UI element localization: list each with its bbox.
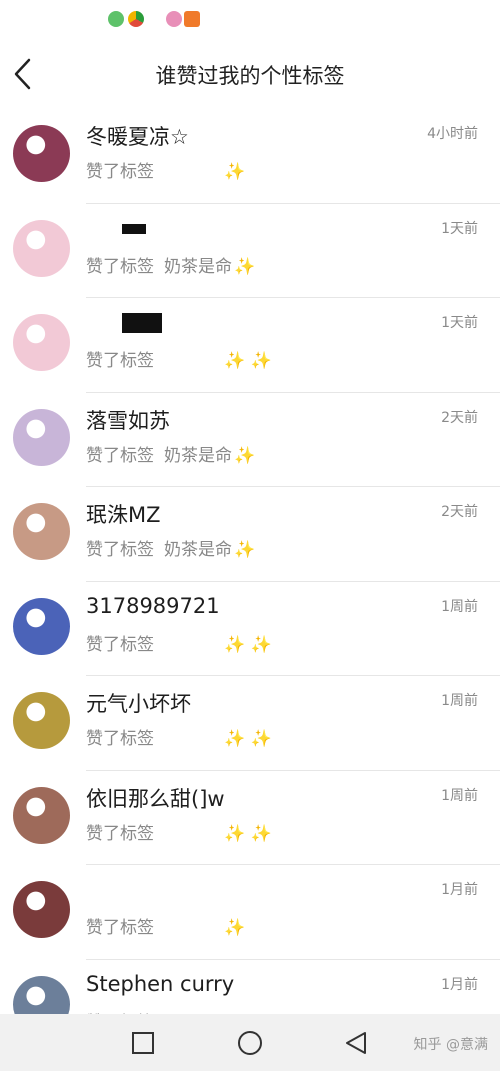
avatar[interactable] xyxy=(13,881,70,938)
like-description: 赞了标签 奶茶是命 ✨ xyxy=(86,252,255,277)
page-title: 谁赞过我的个性标签 xyxy=(155,64,345,88)
system-nav-bar: 知乎 @意满 xyxy=(0,1014,500,1071)
avatar[interactable] xyxy=(13,975,70,1014)
action-text: 赞了标签 xyxy=(86,634,154,655)
triangle-back-icon xyxy=(346,1032,366,1054)
user-name-text: 依旧那么甜(]w xyxy=(86,786,225,811)
user-name-text: 落雪如苏 xyxy=(86,408,170,433)
user-name-text: 冬暖夏凉☆ xyxy=(86,125,189,149)
avatar[interactable] xyxy=(13,786,70,844)
action-text: 赞了标签 xyxy=(86,351,154,371)
timestamp: 2天前 xyxy=(441,409,478,426)
avatar[interactable] xyxy=(13,692,70,749)
tag-name: 奶茶是命 xyxy=(164,540,232,560)
user-name[interactable]: 冬暖夏凉☆ xyxy=(86,121,189,151)
list-item[interactable]: Stephen curry1月前赞了标签 xyxy=(0,960,500,1014)
user-name[interactable] xyxy=(86,216,146,240)
avatar[interactable] xyxy=(13,597,70,655)
sparkle-icon: ✨ ✨ xyxy=(224,351,272,371)
status-bar xyxy=(0,0,500,40)
user-name[interactable]: 依旧那么甜(]w xyxy=(86,783,225,813)
like-description: 赞了标签 ✨ ✨ xyxy=(86,630,272,655)
list-item[interactable]: 落雪如苏 2天前赞了标签 奶茶是命 ✨ xyxy=(0,393,500,487)
list-item[interactable]: 元气小坏坏 1周前赞了标签 ✨ ✨ xyxy=(0,676,500,771)
user-name[interactable]: 珉洙MZ xyxy=(86,499,161,529)
avatar[interactable] xyxy=(13,125,70,182)
redaction-block xyxy=(122,223,146,234)
like-description: 赞了标签 ✨ xyxy=(86,157,245,182)
like-description: 赞了标签 ✨ ✨ xyxy=(86,346,272,371)
tag-name: 奶茶是命 xyxy=(164,445,232,466)
timestamp: 1天前 xyxy=(441,220,478,237)
redaction-block xyxy=(122,313,162,333)
list-item[interactable]: 冬暖夏凉☆ 4小时前赞了标签 ✨ xyxy=(0,109,500,204)
list-item[interactable]: 1天前赞了标签 ✨ ✨ xyxy=(0,298,500,393)
action-text: 赞了标签 xyxy=(86,256,154,277)
like-description: 赞了标签 奶茶是命 ✨ xyxy=(86,441,255,466)
circle-icon xyxy=(238,1031,262,1055)
action-text: 赞了标签 xyxy=(86,729,154,749)
action-text: 赞了标签 xyxy=(86,162,154,182)
back-nav-button[interactable] xyxy=(341,1028,371,1058)
list-item[interactable]: 依旧那么甜(]w 1周前赞了标签 ✨ ✨ xyxy=(0,771,500,865)
user-name[interactable]: Stephen curry xyxy=(86,972,234,996)
timestamp: 4小时前 xyxy=(427,126,478,142)
user-name-text: Stephen curry xyxy=(86,971,235,996)
watermark: 知乎 @意满 xyxy=(413,1037,488,1053)
sparkle-icon: ✨ ✨ xyxy=(224,729,272,749)
user-name[interactable]: 落雪如苏 xyxy=(86,405,170,435)
avatar[interactable] xyxy=(13,219,70,277)
sparkle-icon: ✨ xyxy=(234,540,256,560)
user-name-text: 珉洙MZ xyxy=(86,503,161,527)
square-icon xyxy=(132,1032,154,1054)
list-item[interactable]: 珉洙MZ 2天前赞了标签 奶茶是命 ✨ xyxy=(0,487,500,582)
video-app-icon xyxy=(184,11,200,27)
timestamp: 1月前 xyxy=(441,882,478,898)
tag-name: 奶茶是命 xyxy=(164,256,232,277)
avatar[interactable] xyxy=(13,408,70,466)
user-name[interactable]: 3178989721 xyxy=(86,594,220,618)
user-name-text: 元气小坏坏 xyxy=(86,692,191,716)
sparkle-icon: ✨ ✨ xyxy=(224,823,272,844)
sparkle-icon: ✨ xyxy=(234,256,256,277)
timestamp: 1周前 xyxy=(441,693,478,709)
gallery-app-icon xyxy=(166,11,182,27)
user-name[interactable]: 元气小坏坏 xyxy=(86,688,191,718)
home-button[interactable] xyxy=(235,1028,265,1058)
chat-app-icon xyxy=(108,11,124,27)
list-item[interactable]: 3178989721 1周前赞了标签 ✨ ✨ xyxy=(0,582,500,676)
like-description: 赞了标签 奶茶是命 ✨ xyxy=(86,535,255,560)
timestamp: 1周前 xyxy=(441,787,478,804)
recent-apps-button[interactable] xyxy=(128,1028,158,1058)
user-name[interactable] xyxy=(86,310,162,334)
browser-icon xyxy=(128,11,144,27)
user-name-text: 3178989721 xyxy=(86,593,220,618)
list-item[interactable]: 1天前赞了标签 奶茶是命 ✨ xyxy=(0,204,500,298)
action-text: 赞了标签 xyxy=(86,445,154,466)
timestamp: 1周前 xyxy=(441,598,478,615)
timestamp: 1月前 xyxy=(441,976,478,993)
sparkle-icon: ✨ xyxy=(224,162,246,182)
action-text: 赞了标签 xyxy=(86,540,154,560)
action-text: 赞了标签 xyxy=(86,823,154,844)
like-description: 赞了标签 ✨ ✨ xyxy=(86,819,272,844)
header: 谁赞过我的个性标签 xyxy=(0,40,500,110)
timestamp: 1天前 xyxy=(441,315,478,331)
like-description: 赞了标签 ✨ ✨ xyxy=(86,724,272,749)
liker-list: 冬暖夏凉☆ 4小时前 赞了标签 ✨ 1天前 赞了标签 奶茶是命 ✨ 1天前 赞了标签 ✨ ✨ 落雪如苏… xyxy=(0,109,500,1014)
like-description: 赞了标签 ✨ xyxy=(86,913,245,938)
sparkle-icon: ✨ xyxy=(234,445,256,466)
avatar[interactable] xyxy=(13,314,70,371)
action-text: 赞了标签 xyxy=(86,918,154,938)
timestamp: 2天前 xyxy=(441,504,478,520)
list-item[interactable]: 1月前赞了标签 ✨ xyxy=(0,865,500,960)
sparkle-icon: ✨ ✨ xyxy=(224,634,272,655)
sparkle-icon: ✨ xyxy=(224,918,246,938)
avatar[interactable] xyxy=(13,503,70,560)
